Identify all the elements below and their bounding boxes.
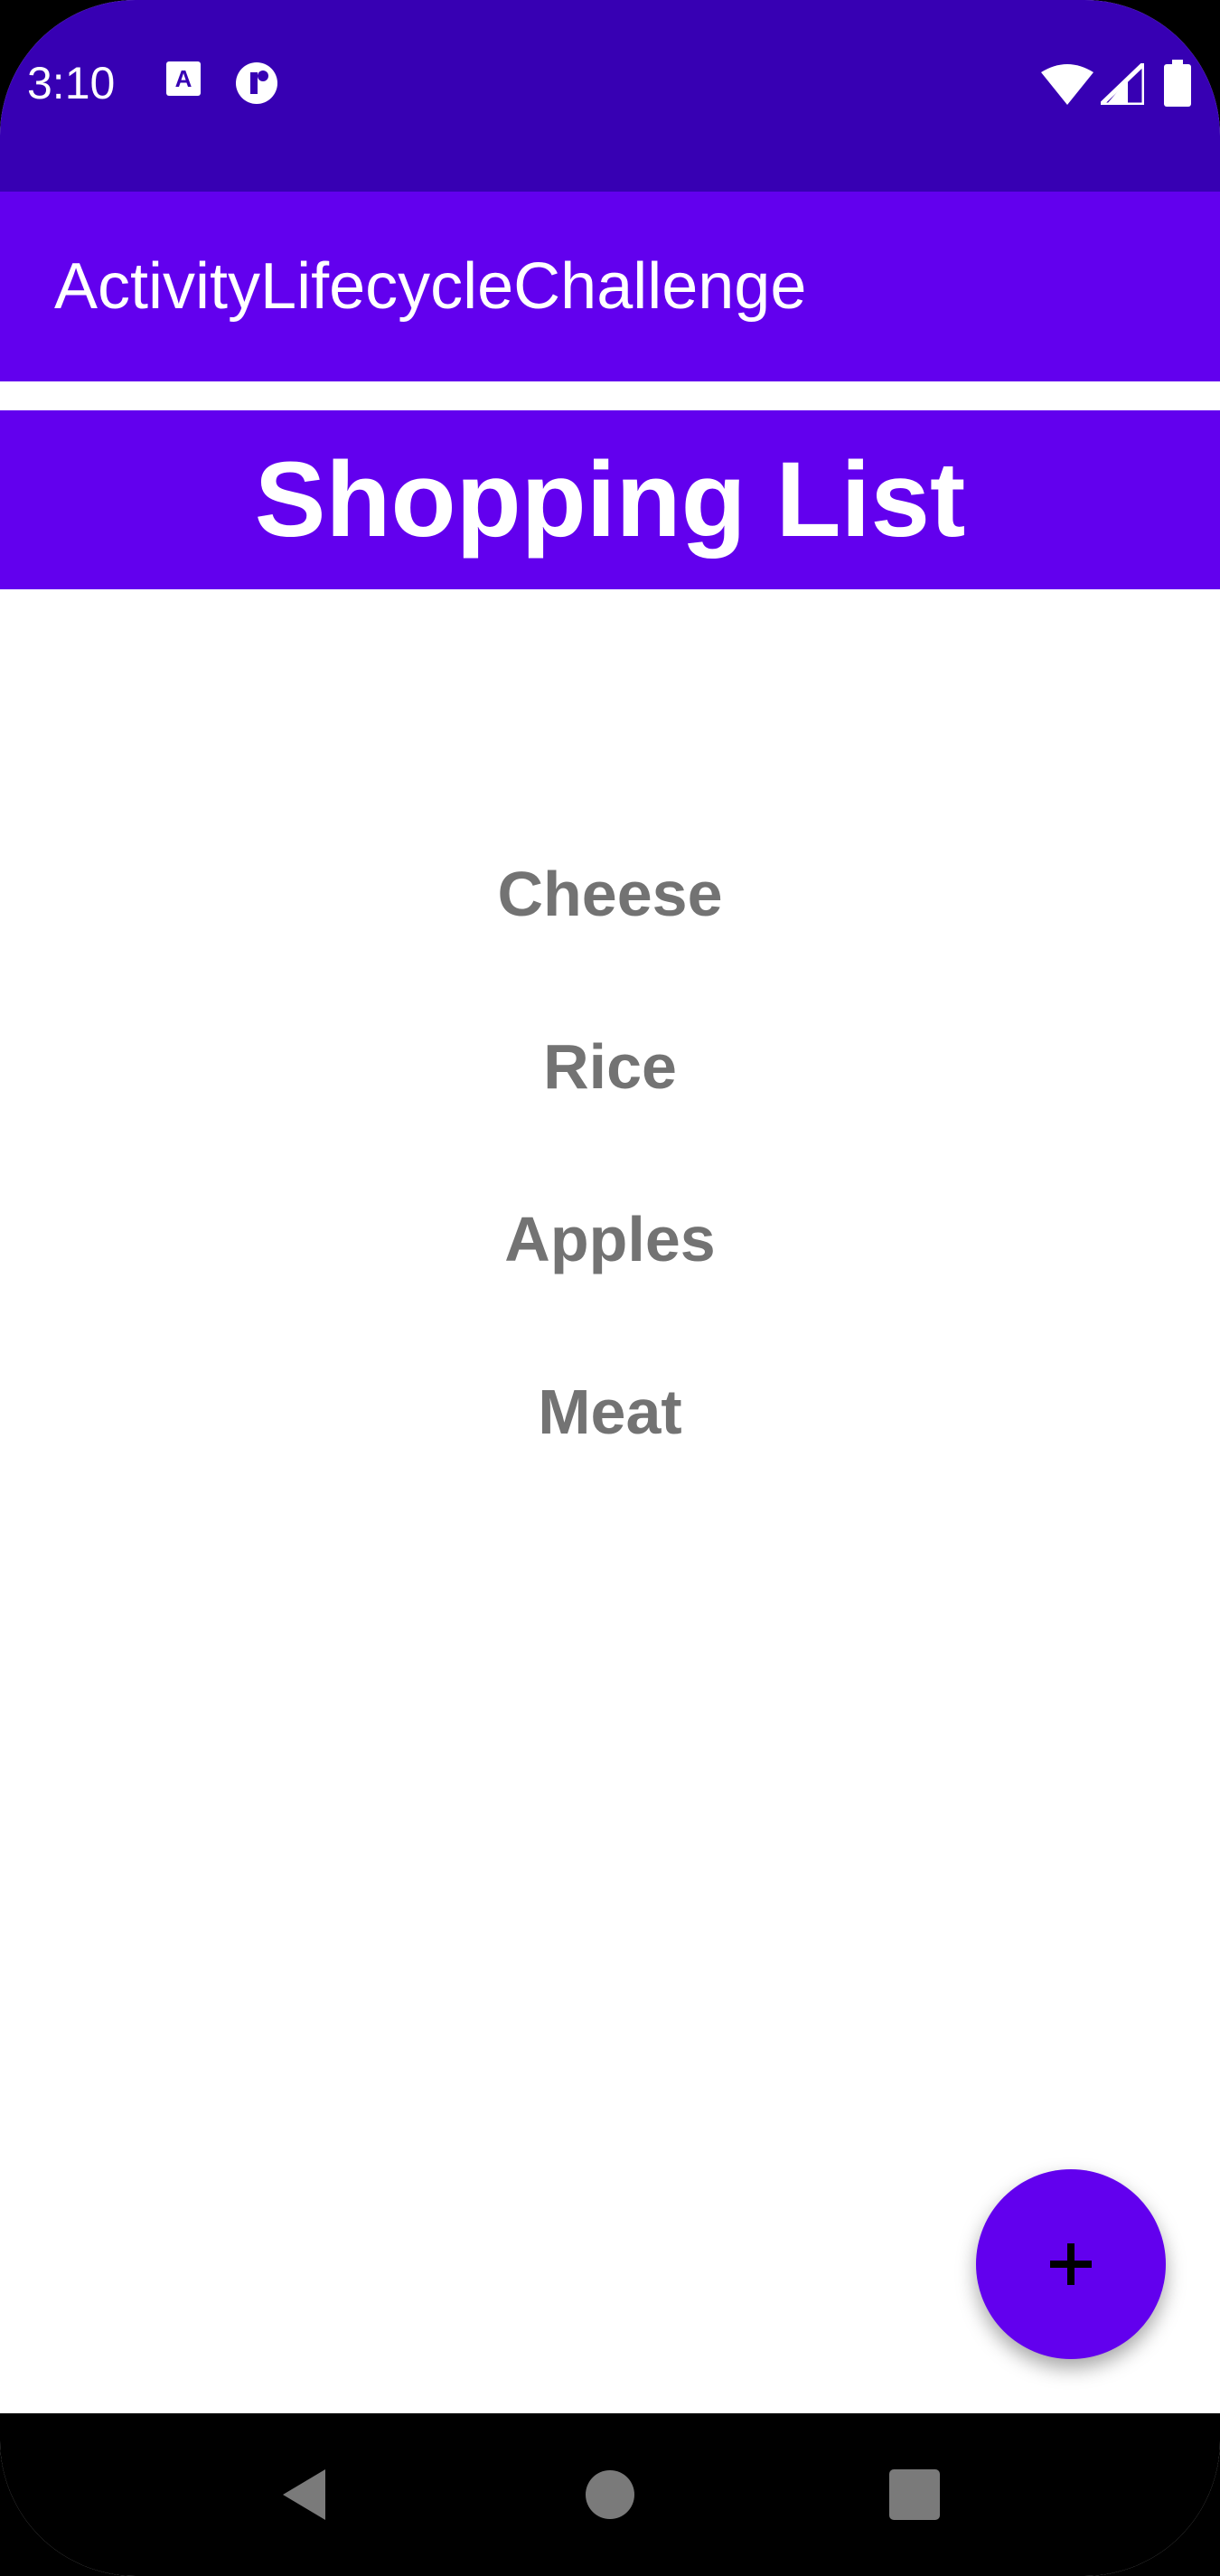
app-bar: ActivityLifecycleChallenge xyxy=(0,192,1220,381)
circle-notification-icon xyxy=(233,60,280,111)
back-icon xyxy=(283,2469,325,2520)
navigation-bar xyxy=(0,2413,1220,2576)
list-item: Cheese xyxy=(497,859,723,929)
wifi-icon xyxy=(1041,63,1093,109)
cellular-signal-icon xyxy=(1094,58,1147,109)
recents-icon xyxy=(889,2469,940,2520)
home-icon xyxy=(586,2470,634,2519)
status-bar: 3:10 A xyxy=(0,0,1220,192)
back-button[interactable] xyxy=(230,2413,375,2576)
shopping-items-list: Cheese Rice Apples Meat xyxy=(0,844,1220,1535)
app-title: ActivityLifecycleChallenge xyxy=(54,250,807,323)
svg-text:A: A xyxy=(175,65,192,92)
list-item: Apples xyxy=(504,1204,716,1274)
shopping-list-header: Shopping List xyxy=(0,410,1220,589)
status-time: 3:10 xyxy=(27,58,116,108)
home-button[interactable] xyxy=(538,2413,682,2576)
battery-icon xyxy=(1164,60,1191,111)
font-a-icon: A xyxy=(166,61,201,100)
recents-button[interactable] xyxy=(842,2413,987,2576)
list-item: Rice xyxy=(543,1031,677,1102)
shopping-list-title: Shopping List xyxy=(254,440,966,559)
add-item-button[interactable] xyxy=(976,2169,1166,2359)
list-item: Meat xyxy=(538,1377,682,1447)
phone-screen: 3:10 A ActivityLifecycleChallenge Shoppi… xyxy=(0,0,1220,2576)
